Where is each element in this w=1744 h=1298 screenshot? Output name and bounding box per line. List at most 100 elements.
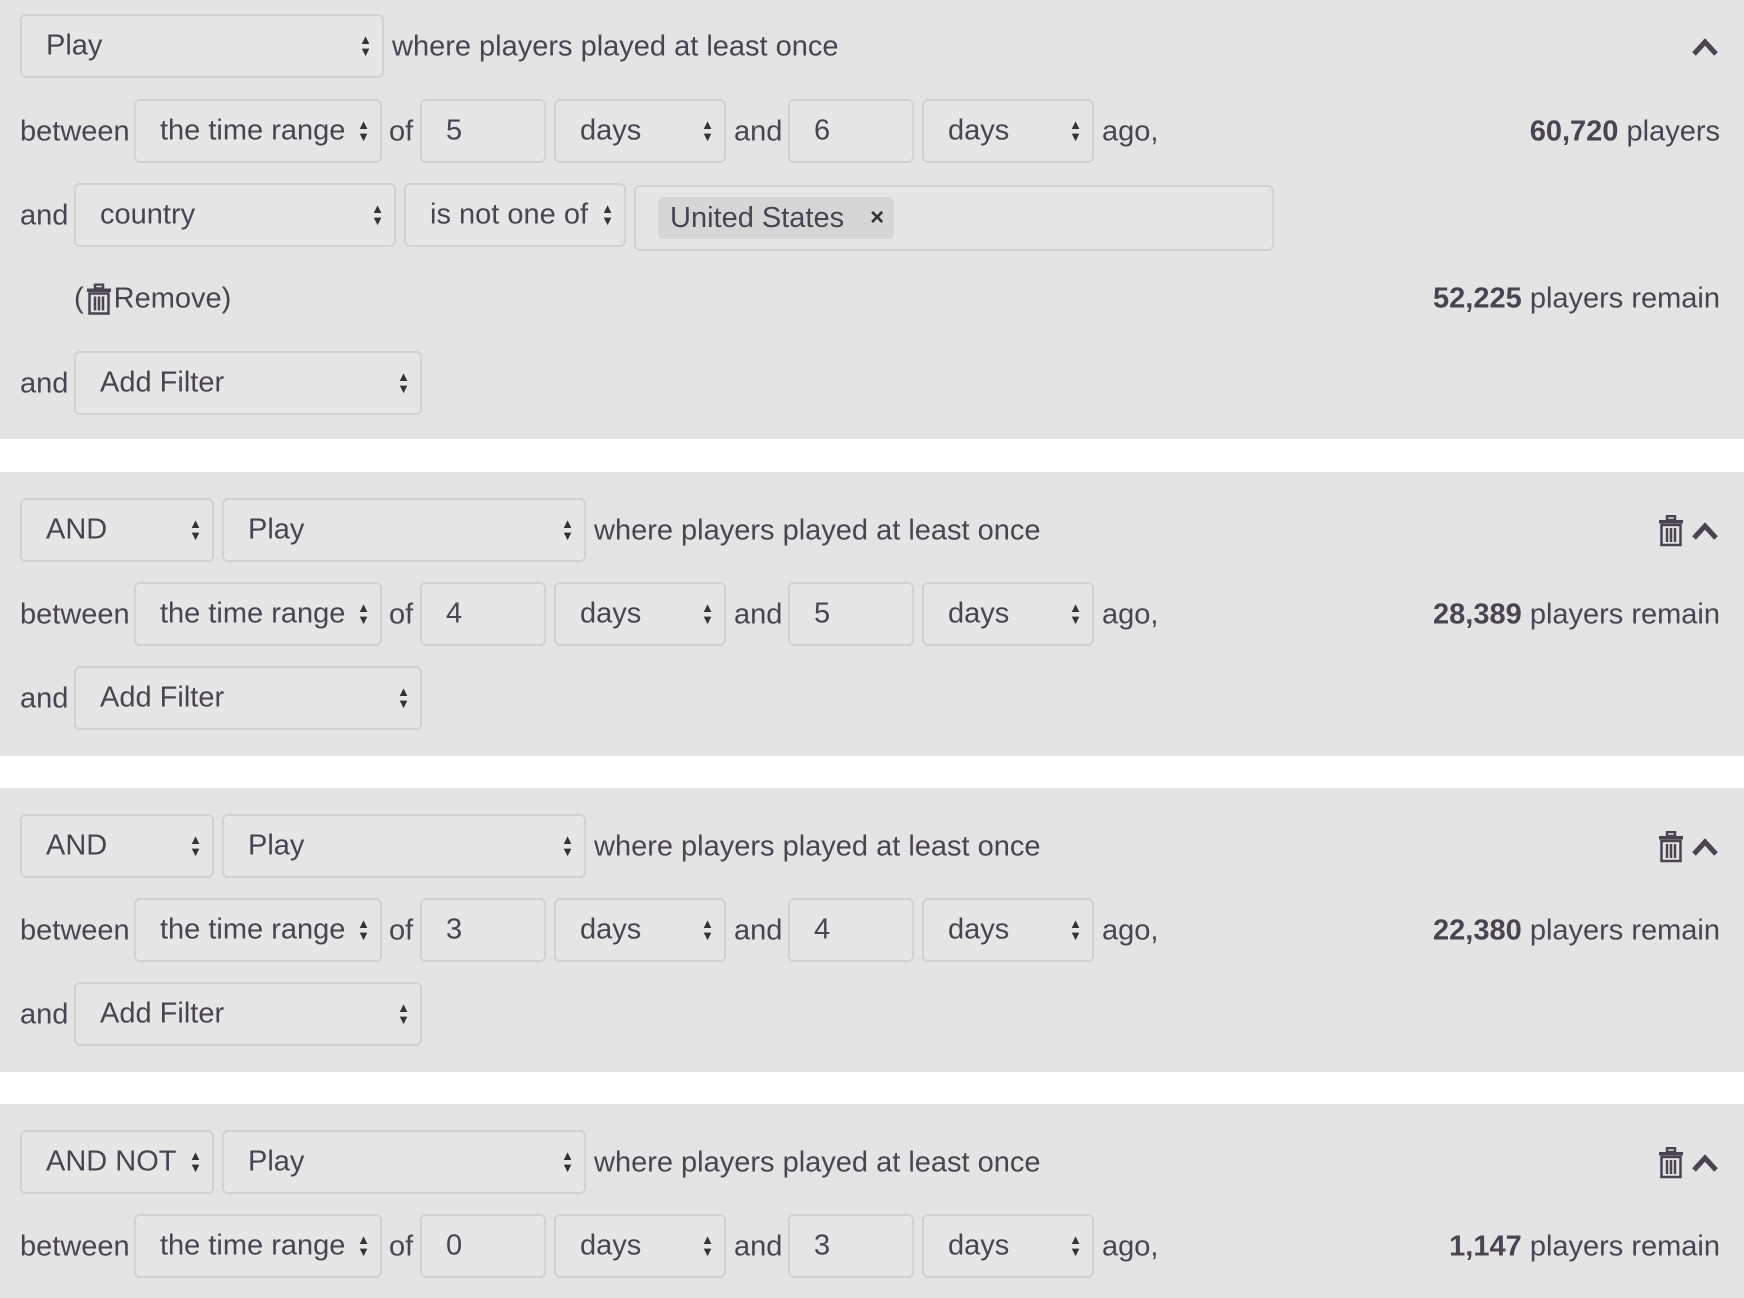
updown-arrows-icon: ▲ ▼ [561,516,574,543]
event-select-value: Play [248,829,305,862]
from-value-input[interactable]: 0 [420,1214,546,1278]
step-actions [1658,831,1720,863]
range-type-select[interactable]: the time range ▲ ▼ [134,898,382,962]
filter-field-select[interactable]: country ▲ ▼ [74,183,396,247]
step-operator-select[interactable]: AND ▲ ▼ [20,814,214,878]
updown-arrows-icon: ▲ ▼ [189,516,202,543]
remain-count-number: 1,147 [1449,1230,1522,1263]
trash-icon[interactable] [1658,515,1684,547]
from-unit-select[interactable]: days ▲ ▼ [554,99,726,163]
from-value-input[interactable]: 4 [420,582,546,646]
updown-arrows-icon: ▲ ▼ [1069,1232,1082,1259]
remain-count-number: 28,389 [1433,598,1522,631]
of-label: of [389,115,414,148]
updown-arrows-icon: ▲ ▼ [357,1232,370,1259]
cohort-step-4: AND NOT ▲ ▼ Play ▲ ▼ where players played … [0,1104,1744,1298]
range-type-select[interactable]: the time range ▲ ▼ [134,582,382,646]
updown-arrows-icon: ▲ ▼ [701,600,714,627]
from-unit-value: days [580,114,642,147]
updown-arrows-icon: ▲ ▼ [359,32,372,59]
chevron-up-icon[interactable] [1690,836,1720,858]
event-select-value: Play [248,1145,305,1178]
to-value: 5 [814,597,831,630]
from-value-input[interactable]: 5 [420,99,546,163]
range-type-value: the time range [160,597,346,630]
event-row: Play ▲ ▼ where players played at least on… [0,12,1744,82]
remain-count: 28,389 players remain [1433,599,1720,632]
updown-arrows-icon: ▲ ▼ [189,832,202,859]
updown-arrows-icon: ▲ ▼ [397,369,410,396]
add-filter-row: and Add Filter ▲ ▼ [0,349,1744,419]
updown-arrows-icon: ▲ ▼ [561,1148,574,1175]
event-select[interactable]: Play ▲ ▼ [222,1130,586,1194]
event-row: AND ▲ ▼ Play ▲ ▼ where players played at l… [0,812,1744,882]
from-unit-value: days [580,1229,642,1262]
trash-icon[interactable] [1658,831,1684,863]
player-count: 60,720 players [1530,116,1720,149]
between-label: between [20,914,130,947]
to-unit-select[interactable]: days ▲ ▼ [922,898,1094,962]
ago-label: ago, [1102,115,1159,148]
from-value: 5 [446,114,463,147]
add-filter-select[interactable]: Add Filter ▲ ▼ [74,982,422,1046]
chevron-up-icon[interactable] [1690,520,1720,542]
ago-label: ago, [1102,598,1159,631]
chevron-up-icon[interactable] [1690,1152,1720,1174]
and-label: and [20,199,69,232]
close-icon[interactable]: × [870,197,884,239]
remain-count: 1,147 players remain [1449,1231,1720,1264]
to-value-input[interactable]: 3 [788,1214,914,1278]
remain-count-suffix: players remain [1529,1230,1720,1263]
event-select[interactable]: Play ▲ ▼ [222,498,586,562]
event-select[interactable]: Play ▲ ▼ [222,814,586,878]
time-range-row: between the time range ▲ ▼ of 5 days ▲ ▼ a… [0,97,1744,167]
from-unit-select[interactable]: days ▲ ▼ [554,1214,726,1278]
time-range-row: between the time range ▲ ▼ of 3 days ▲ ▼ a… [0,896,1744,966]
to-unit-select[interactable]: days ▲ ▼ [922,1214,1094,1278]
filter-operator-select[interactable]: is not one of ▲ ▼ [404,183,626,247]
and-label: and [734,914,783,947]
event-select[interactable]: Play ▲ ▼ [20,14,384,78]
to-value: 6 [814,114,831,147]
from-unit-select[interactable]: days ▲ ▼ [554,582,726,646]
to-value-input[interactable]: 5 [788,582,914,646]
to-unit-select[interactable]: days ▲ ▼ [922,582,1094,646]
of-label: of [389,598,414,631]
add-filter-select[interactable]: Add Filter ▲ ▼ [74,351,422,415]
updown-arrows-icon: ▲ ▼ [1069,600,1082,627]
remove-open-paren: ( [74,282,84,315]
to-value-input[interactable]: 4 [788,898,914,962]
add-filter-row: and Add Filter ▲ ▼ [0,980,1744,1050]
step-operator-select[interactable]: AND NOT ▲ ▼ [20,1130,214,1194]
and-label: and [734,598,783,631]
chevron-up-icon[interactable] [1690,36,1720,58]
step-operator-value: AND [46,513,108,546]
filter-values-input[interactable]: United States × [634,185,1274,251]
step-operator-select[interactable]: AND ▲ ▼ [20,498,214,562]
from-unit-select[interactable]: days ▲ ▼ [554,898,726,962]
player-count-number: 60,720 [1529,115,1619,148]
cohort-step-3: AND ▲ ▼ Play ▲ ▼ where players played at l… [0,788,1744,1072]
updown-arrows-icon: ▲ ▼ [397,1000,410,1027]
and-label: and [734,115,783,148]
to-value: 3 [814,1229,831,1262]
range-type-value: the time range [160,114,346,147]
range-type-select[interactable]: the time range ▲ ▼ [134,99,382,163]
cohort-step-1: Play ▲ ▼ where players played at least on… [0,0,1744,439]
filter-value-tag: United States × [658,197,895,239]
updown-arrows-icon: ▲ ▼ [357,117,370,144]
from-value-input[interactable]: 3 [420,898,546,962]
range-type-select[interactable]: the time range ▲ ▼ [134,1214,382,1278]
from-value: 3 [446,913,463,946]
updown-arrows-icon: ▲ ▼ [397,684,410,711]
remain-count-suffix: players remain [1529,914,1720,947]
and-label: and [20,998,69,1031]
add-filter-select[interactable]: Add Filter ▲ ▼ [74,666,422,730]
event-description: where players played at least once [392,30,839,63]
trash-icon[interactable] [1658,1147,1684,1179]
updown-arrows-icon: ▲ ▼ [701,117,714,144]
to-unit-select[interactable]: days ▲ ▼ [922,99,1094,163]
remove-filter-button[interactable]: ( Remove) [74,283,231,316]
of-label: of [389,914,414,947]
to-value-input[interactable]: 6 [788,99,914,163]
